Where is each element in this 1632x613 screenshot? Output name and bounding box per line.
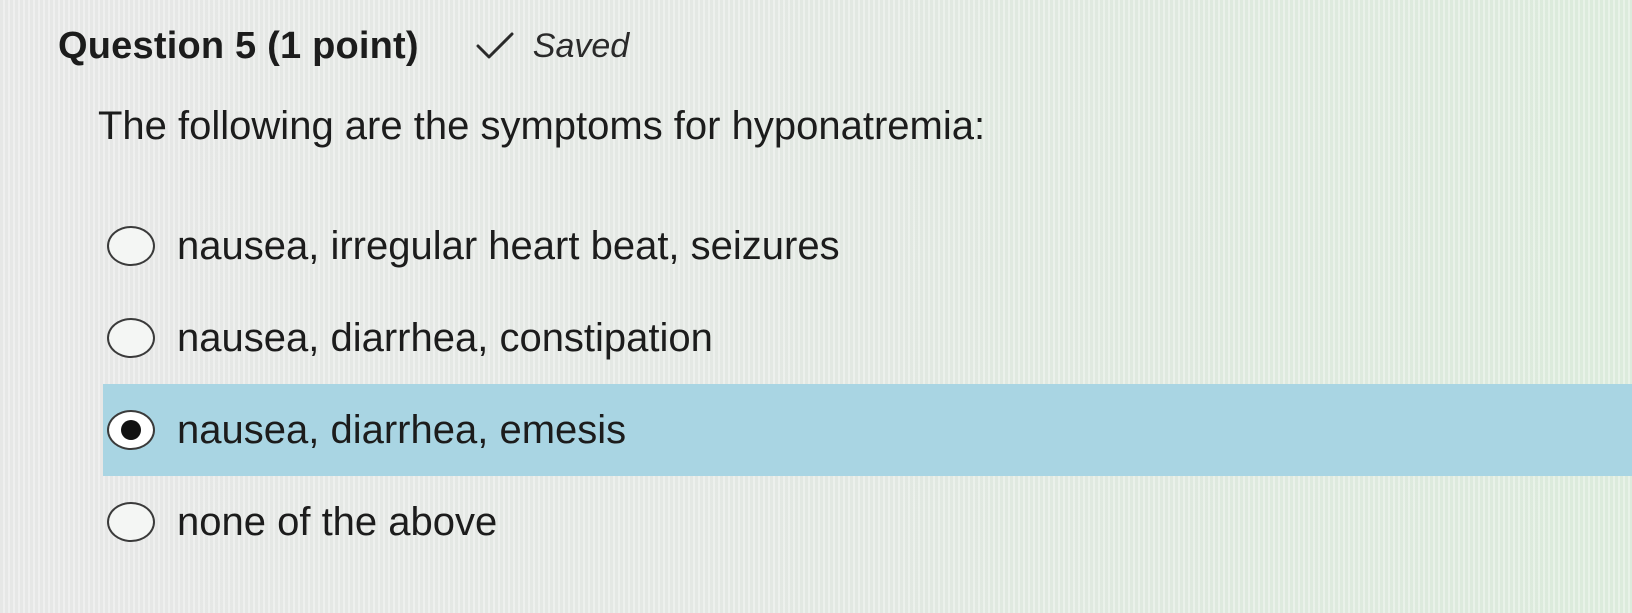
answer-option-label: nausea, irregular heart beat, seizures xyxy=(177,223,840,268)
radio-button[interactable] xyxy=(107,226,155,266)
question-header: Question 5 (1 point) Saved xyxy=(58,18,629,74)
answer-option-label: nausea, diarrhea, emesis xyxy=(177,407,627,452)
question-title: Question 5 (1 point) xyxy=(58,24,419,67)
answer-option-3[interactable]: nausea, diarrhea, emesis xyxy=(103,384,1632,476)
radio-dot xyxy=(121,420,141,440)
answer-options: nausea, irregular heart beat, seizures n… xyxy=(103,200,1632,568)
question-prompt: The following are the symptoms for hypon… xyxy=(98,104,986,148)
saved-label: Saved xyxy=(532,26,630,65)
saved-status: Saved xyxy=(475,27,629,66)
radio-button[interactable] xyxy=(107,502,155,542)
radio-button[interactable] xyxy=(107,318,155,358)
radio-button-selected[interactable] xyxy=(107,410,155,450)
check-icon xyxy=(475,31,515,61)
answer-option-1[interactable]: nausea, irregular heart beat, seizures xyxy=(103,200,1632,292)
answer-option-label: none of the above xyxy=(177,499,498,544)
answer-option-label: nausea, diarrhea, constipation xyxy=(177,315,713,360)
answer-option-4[interactable]: none of the above xyxy=(103,476,1632,568)
answer-option-2[interactable]: nausea, diarrhea, constipation xyxy=(103,292,1632,384)
